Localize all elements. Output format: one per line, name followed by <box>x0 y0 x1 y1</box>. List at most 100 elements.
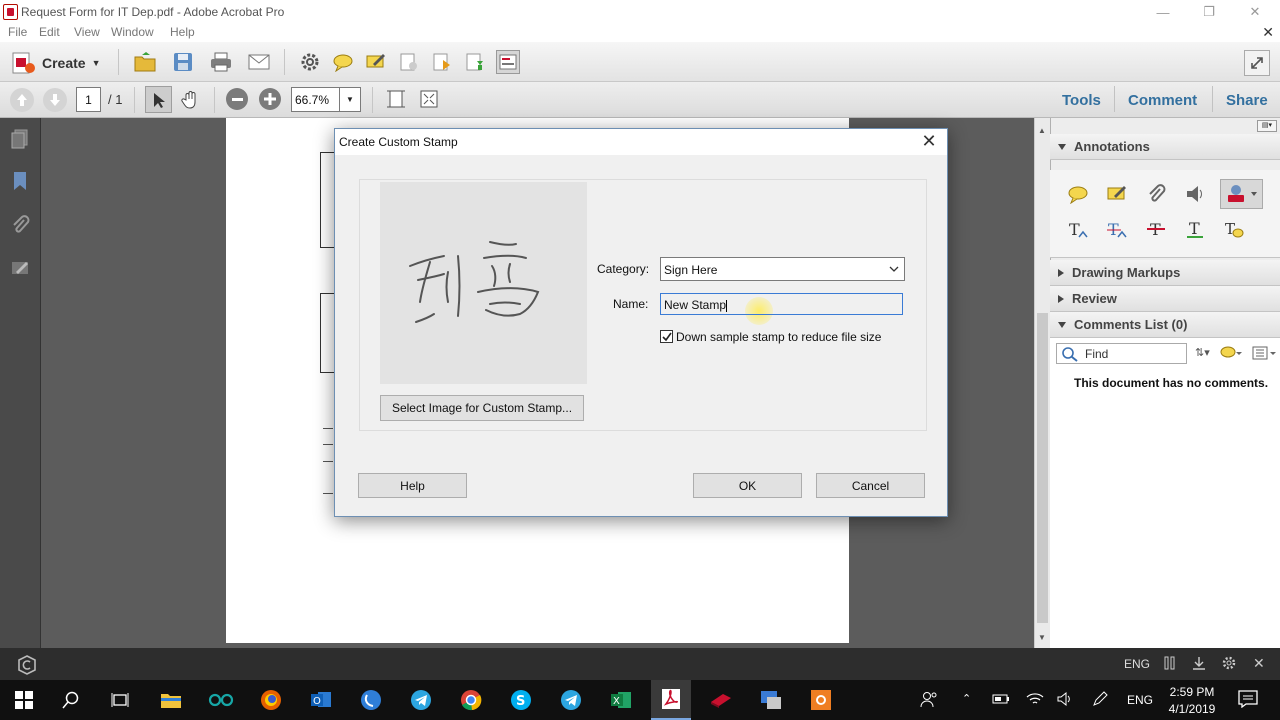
menu-file[interactable]: File <box>8 25 27 39</box>
clock[interactable]: 2:59 PM 4/1/2019 <box>1162 684 1222 718</box>
file-explorer-icon[interactable] <box>151 680 191 720</box>
firefox-icon[interactable] <box>251 680 291 720</box>
telegram-icon[interactable] <box>551 680 591 720</box>
notifications-icon[interactable] <box>1238 690 1258 711</box>
attach-file-icon[interactable] <box>1144 182 1168 206</box>
close-document-icon[interactable]: ✕ <box>1262 24 1274 41</box>
settings-icon[interactable] <box>1222 656 1236 673</box>
expand-view-icon[interactable] <box>1244 50 1270 76</box>
download-icon[interactable] <box>1192 656 1206 673</box>
arduino-icon[interactable] <box>201 680 241 720</box>
people-icon[interactable] <box>919 690 939 711</box>
record-audio-icon[interactable] <box>1183 182 1207 206</box>
remote-desktop-icon[interactable] <box>751 680 791 720</box>
vertical-scrollbar[interactable]: ▲ ▼ <box>1034 118 1050 648</box>
quick-assist-icon[interactable] <box>351 680 391 720</box>
menu-view[interactable]: View <box>74 25 100 39</box>
outlook-icon[interactable]: O <box>301 680 341 720</box>
annotations-header[interactable]: Annotations <box>1050 134 1280 160</box>
next-page-icon[interactable] <box>43 88 67 112</box>
create-button[interactable]: Create ▼ <box>10 50 101 76</box>
form-icon[interactable] <box>496 50 520 74</box>
sort-comments-icon[interactable]: ⇅▾ <box>1195 346 1210 359</box>
zoom-level-input[interactable]: 66.7% <box>291 87 340 112</box>
email-icon[interactable] <box>247 50 271 74</box>
scroll-down-icon[interactable]: ▼ <box>1038 633 1046 642</box>
drawing-markups-header[interactable]: Drawing Markups <box>1050 260 1280 286</box>
highlight-icon[interactable] <box>364 50 388 74</box>
wifi-icon[interactable] <box>1026 692 1044 709</box>
menu-edit[interactable]: Edit <box>39 25 60 39</box>
menu-help[interactable]: Help <box>170 25 195 39</box>
cancel-button[interactable]: Cancel <box>816 473 925 498</box>
bookmarks-icon[interactable] <box>10 170 30 195</box>
print-icon[interactable] <box>209 50 233 74</box>
tab-comment[interactable]: Comment <box>1128 92 1197 109</box>
zoom-in-icon[interactable] <box>259 88 281 110</box>
maximize-button[interactable]: ❐ <box>1186 0 1232 24</box>
start-windows-icon[interactable] <box>4 680 44 720</box>
tab-tools[interactable]: Tools <box>1062 92 1101 109</box>
select-image-button[interactable]: Select Image for Custom Stamp... <box>380 395 584 421</box>
volume-icon[interactable] <box>1056 691 1074 710</box>
taskbar-language[interactable]: ENG <box>1127 693 1153 707</box>
page-number-input[interactable]: 1 <box>76 87 101 112</box>
attachments-icon[interactable] <box>10 214 30 239</box>
language-indicator[interactable]: ENG <box>1124 657 1150 671</box>
pen-icon[interactable] <box>1091 691 1109 710</box>
underline-icon[interactable]: T <box>1183 217 1207 241</box>
minimize-button[interactable]: — <box>1140 0 1186 24</box>
add-note-to-text-icon[interactable]: T <box>1222 217 1246 241</box>
replace-text-icon[interactable]: T <box>1105 217 1129 241</box>
show-hidden-icons-icon[interactable]: ⌃ <box>962 692 971 705</box>
scrollbar-thumb[interactable] <box>1037 313 1048 623</box>
search-icon[interactable] <box>51 680 91 720</box>
scroll-up-icon[interactable]: ▲ <box>1038 126 1046 135</box>
excel-icon[interactable]: X <box>601 680 641 720</box>
comments-list-header[interactable]: Comments List (0) <box>1050 312 1280 338</box>
select-tool-icon[interactable] <box>145 86 172 113</box>
hand-tool-icon[interactable] <box>178 87 203 112</box>
close-overlay-icon[interactable]: ✕ <box>1253 655 1265 672</box>
zoom-out-icon[interactable] <box>226 88 248 110</box>
dialog-close-icon[interactable]: ✕ <box>917 131 941 152</box>
signatures-icon[interactable] <box>10 258 32 283</box>
screen-recorder-icon[interactable] <box>801 680 841 720</box>
chrome-icon[interactable] <box>451 680 491 720</box>
task-view-icon[interactable] <box>100 680 140 720</box>
close-window-button[interactable]: ✕ <box>1232 0 1278 24</box>
comment-options-icon[interactable] <box>1252 345 1276 364</box>
open-folder-icon[interactable] <box>133 50 157 74</box>
zoom-dropdown-icon[interactable]: ▼ <box>340 87 361 112</box>
redact-icon[interactable] <box>397 50 421 74</box>
review-header[interactable]: Review <box>1050 286 1280 312</box>
gear-icon[interactable] <box>298 50 322 74</box>
insert-text-icon[interactable]: T <box>1066 217 1090 241</box>
full-screen-icon[interactable] <box>418 88 440 113</box>
menu-window[interactable]: Window <box>111 25 154 39</box>
save-icon[interactable] <box>171 50 195 74</box>
highlight-text-icon[interactable] <box>1105 182 1129 206</box>
downsample-checkbox[interactable] <box>660 330 673 343</box>
find-comments-input[interactable]: Find <box>1056 343 1187 364</box>
sticky-note-icon[interactable] <box>1066 182 1090 206</box>
filter-comments-icon[interactable] <box>1220 345 1242 364</box>
pages-icon[interactable] <box>10 128 30 153</box>
skype-icon[interactable]: S <box>501 680 541 720</box>
ok-button[interactable]: OK <box>693 473 802 498</box>
battery-icon[interactable] <box>992 693 1010 708</box>
strikethrough-icon[interactable]: T <box>1144 217 1168 241</box>
category-select[interactable]: Sign Here <box>660 257 905 281</box>
telegram-icon[interactable] <box>401 680 441 720</box>
tab-share[interactable]: Share <box>1226 92 1268 109</box>
acrobat-taskbar-icon[interactable] <box>651 680 691 720</box>
previous-page-icon[interactable] <box>10 88 34 112</box>
stamp-name-input[interactable]: New Stamp <box>660 293 903 315</box>
export-icon[interactable] <box>463 50 487 74</box>
comment-bubble-icon[interactable] <box>331 50 355 74</box>
add-stamp-icon[interactable] <box>1220 179 1263 209</box>
wps-icon[interactable] <box>701 680 741 720</box>
pause-icon[interactable] <box>1164 656 1176 673</box>
document-edit-icon[interactable] <box>430 50 454 74</box>
help-button[interactable]: Help <box>358 473 467 498</box>
